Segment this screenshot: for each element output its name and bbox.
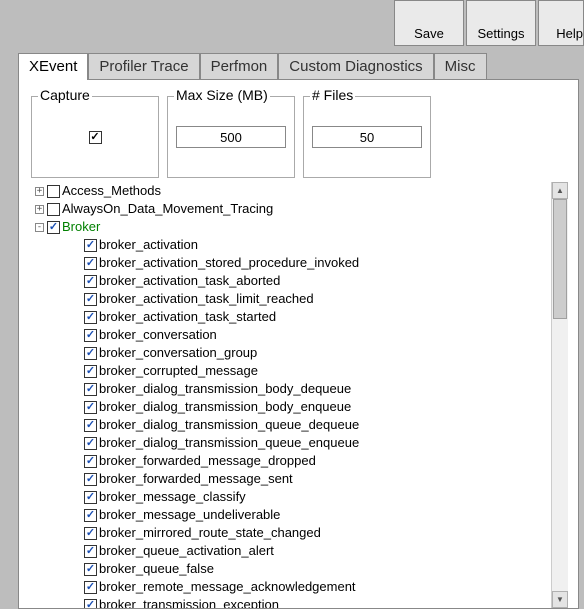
scroll-track[interactable]	[552, 199, 568, 591]
capture-checkbox[interactable]	[89, 131, 102, 144]
tree-node-checkbox[interactable]	[84, 563, 97, 576]
tree-node-label[interactable]: broker_conversation	[99, 326, 217, 344]
tab-strip: XEvent Profiler Trace Perfmon Custom Dia…	[18, 53, 584, 80]
tab-xevent[interactable]: XEvent	[18, 53, 88, 80]
scroll-down-button[interactable]: ▼	[552, 591, 568, 608]
maxsize-label: Max Size (MB)	[174, 87, 270, 103]
tree-node-checkbox[interactable]	[84, 599, 97, 609]
toolbar: Save Settings Help	[394, 0, 584, 46]
tree-node-checkbox[interactable]	[84, 293, 97, 306]
tree-node-checkbox[interactable]	[47, 185, 60, 198]
expand-icon[interactable]: +	[35, 205, 44, 214]
maxsize-groupbox: Max Size (MB)	[167, 96, 295, 178]
save-button-label: Save	[414, 26, 444, 41]
tree-node-checkbox[interactable]	[84, 329, 97, 342]
files-groupbox: # Files	[303, 96, 431, 178]
tree-node-label[interactable]: broker_corrupted_message	[99, 362, 258, 380]
expand-icon[interactable]: +	[35, 187, 44, 196]
tree-node-label[interactable]: broker_activation_stored_procedure_invok…	[99, 254, 359, 272]
tree-node-checkbox[interactable]	[84, 311, 97, 324]
tab-perfmon[interactable]: Perfmon	[200, 53, 279, 80]
tab-misc[interactable]: Misc	[434, 53, 487, 80]
tree-node-label[interactable]: broker_transmission_exception	[99, 596, 279, 608]
tree-node-label[interactable]: broker_activation	[99, 236, 198, 254]
event-tree: + Access_Methods + AlwaysOn_Data_Movement_T…	[31, 182, 551, 608]
settings-button[interactable]: Settings	[466, 0, 536, 46]
tree-node-label[interactable]: broker_activation_task_limit_reached	[99, 290, 314, 308]
tree-node-checkbox[interactable]	[84, 347, 97, 360]
tree-node-label[interactable]: broker_message_undeliverable	[99, 506, 280, 524]
tree-node-label[interactable]: broker_remote_message_acknowledgement	[99, 578, 356, 596]
tree-node-checkbox[interactable]	[84, 491, 97, 504]
tree-node-checkbox[interactable]	[84, 419, 97, 432]
tree-node-label[interactable]: Access_Methods	[62, 182, 161, 200]
tree-node-checkbox[interactable]	[84, 527, 97, 540]
files-input[interactable]	[312, 126, 422, 148]
settings-button-label: Settings	[478, 26, 525, 41]
tree-node-label[interactable]: broker_message_classify	[99, 488, 246, 506]
tree-node-label[interactable]: broker_dialog_transmission_queue_dequeue	[99, 416, 359, 434]
tree-node-label[interactable]: Broker	[62, 218, 100, 236]
files-label: # Files	[310, 87, 355, 103]
scroll-thumb[interactable]	[553, 199, 567, 319]
tree-node-checkbox[interactable]	[84, 401, 97, 414]
save-button[interactable]: Save	[394, 0, 464, 46]
tree-node-checkbox[interactable]	[84, 437, 97, 450]
tree-node-label[interactable]: broker_dialog_transmission_body_enqueue	[99, 398, 351, 416]
capture-groupbox: Capture	[31, 96, 159, 178]
tree-node-checkbox[interactable]	[84, 509, 97, 522]
tree-node-checkbox[interactable]	[84, 473, 97, 486]
tree-node-label[interactable]: broker_conversation_group	[99, 344, 257, 362]
tree-node-checkbox[interactable]	[84, 365, 97, 378]
tab-custom-diagnostics[interactable]: Custom Diagnostics	[278, 53, 433, 80]
tree-node-checkbox[interactable]	[84, 455, 97, 468]
maxsize-input[interactable]	[176, 126, 286, 148]
tree-node-label[interactable]: broker_queue_activation_alert	[99, 542, 274, 560]
collapse-icon[interactable]: -	[35, 223, 44, 232]
tab-page-xevent: Capture Max Size (MB) # Files + Access_Me…	[18, 79, 579, 609]
tree-node-label[interactable]: broker_mirrored_route_state_changed	[99, 524, 321, 542]
tree-node-checkbox[interactable]	[47, 203, 60, 216]
tree-node-label[interactable]: AlwaysOn_Data_Movement_Tracing	[62, 200, 273, 218]
event-tree-container: + Access_Methods + AlwaysOn_Data_Movement_T…	[31, 182, 568, 608]
tree-node-checkbox[interactable]	[84, 257, 97, 270]
tree-node-label[interactable]: broker_forwarded_message_dropped	[99, 452, 316, 470]
tree-node-label[interactable]: broker_dialog_transmission_queue_enqueue	[99, 434, 359, 452]
tree-node-checkbox[interactable]	[47, 221, 60, 234]
scroll-up-button[interactable]: ▲	[552, 182, 568, 199]
capture-label: Capture	[38, 87, 92, 103]
help-button[interactable]: Help	[538, 0, 584, 46]
tree-node-label[interactable]: broker_activation_task_aborted	[99, 272, 280, 290]
tree-node-checkbox[interactable]	[84, 239, 97, 252]
tree-node-checkbox[interactable]	[84, 275, 97, 288]
tab-profiler-trace[interactable]: Profiler Trace	[88, 53, 199, 80]
config-groupboxes: Capture Max Size (MB) # Files	[19, 80, 578, 178]
tree-node-label[interactable]: broker_activation_task_started	[99, 308, 276, 326]
tree-node-label[interactable]: broker_queue_false	[99, 560, 214, 578]
tree-node-checkbox[interactable]	[84, 581, 97, 594]
tree-node-checkbox[interactable]	[84, 545, 97, 558]
help-button-label: Help	[556, 26, 583, 41]
tree-scrollbar[interactable]: ▲ ▼	[551, 182, 568, 608]
tree-node-label[interactable]: broker_forwarded_message_sent	[99, 470, 293, 488]
tree-node-checkbox[interactable]	[84, 383, 97, 396]
tree-node-label[interactable]: broker_dialog_transmission_body_dequeue	[99, 380, 351, 398]
